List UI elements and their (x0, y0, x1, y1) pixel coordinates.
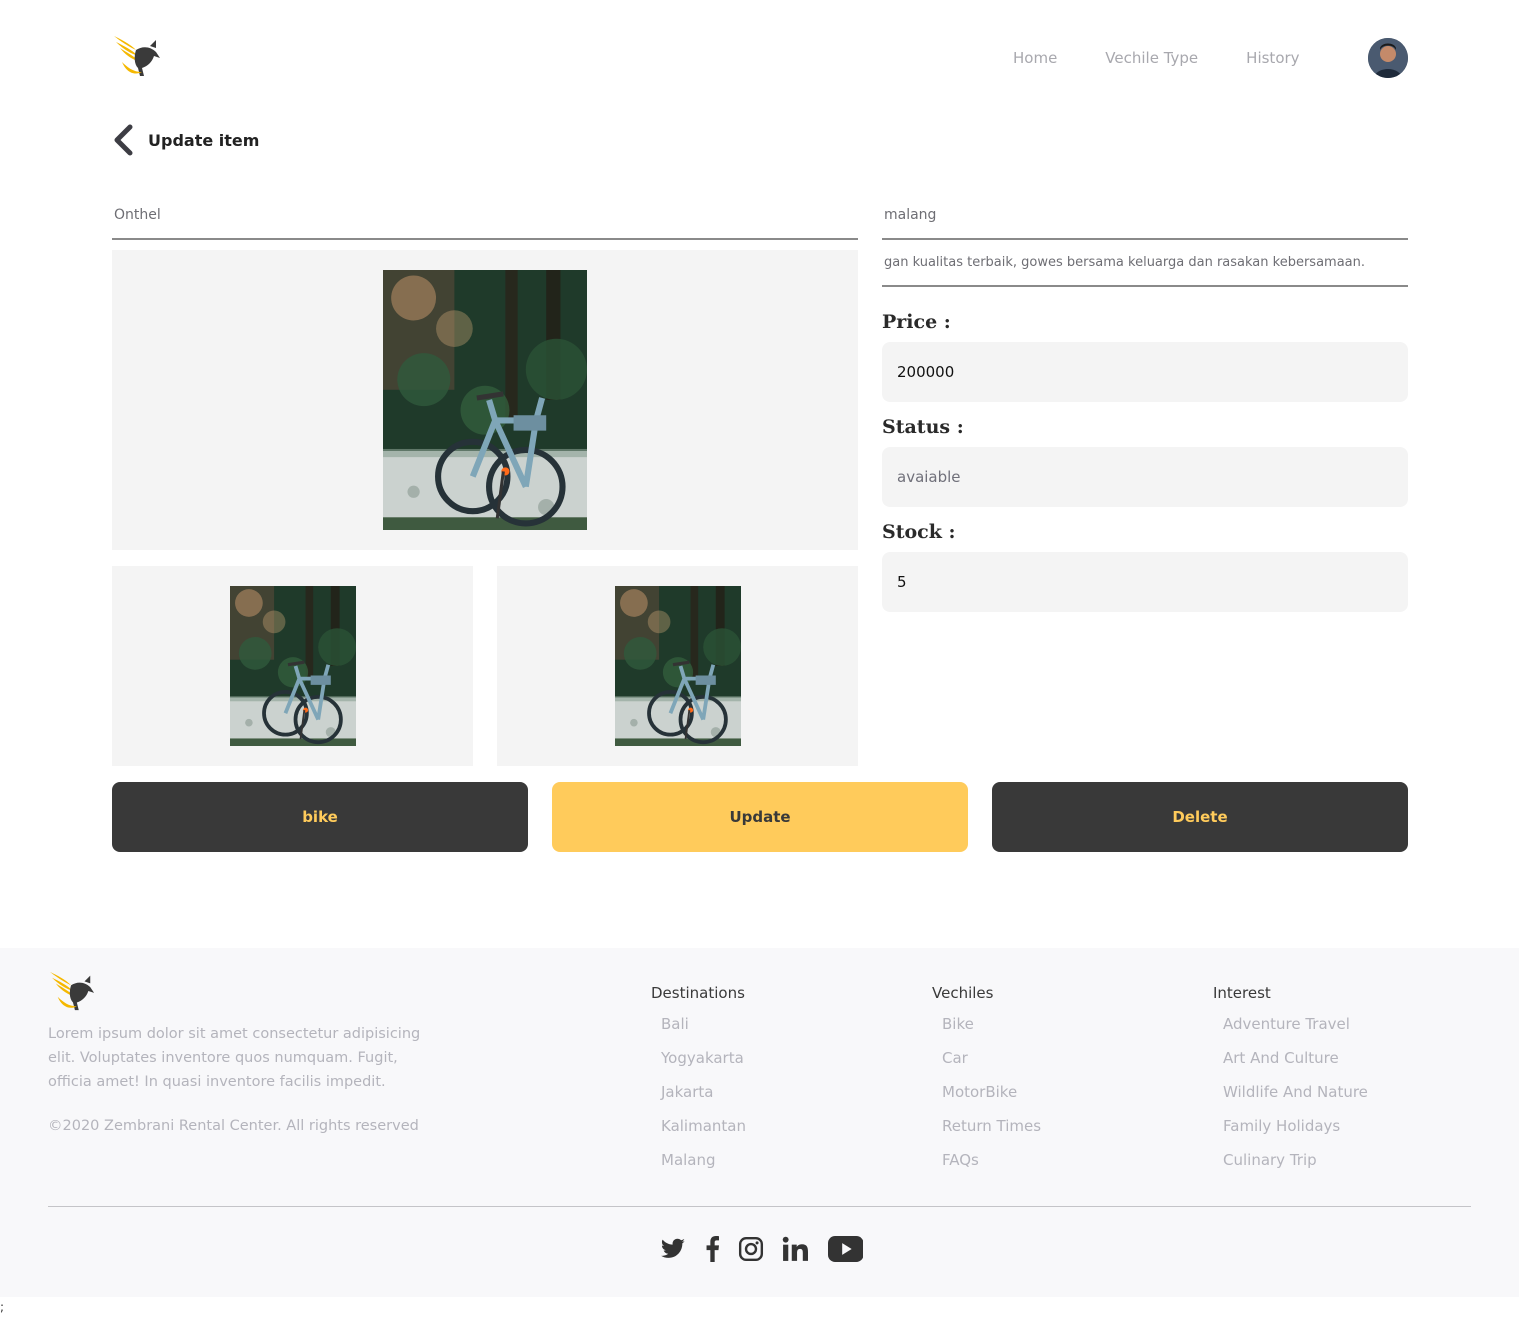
footer-link[interactable]: Culinary Trip (1223, 1150, 1368, 1184)
footer-link[interactable]: Art And Culture (1223, 1048, 1368, 1082)
footer-link[interactable]: Family Holidays (1223, 1116, 1368, 1150)
main-image-slot[interactable] (112, 250, 858, 550)
chevron-left-icon[interactable] (110, 124, 136, 156)
page-title: Update item (148, 131, 260, 150)
footer-link[interactable]: Jakarta (661, 1082, 746, 1116)
stock-field (882, 552, 1408, 612)
footer: Lorem ipsum dolor sit amet consectetur a… (0, 948, 1519, 1297)
bicycle-photo (383, 270, 587, 530)
footer-link[interactable]: Adventure Travel (1223, 1014, 1368, 1048)
price-input[interactable] (882, 342, 1408, 402)
vehicle-type-button[interactable]: bike (112, 782, 528, 852)
nav-history[interactable]: History (1246, 49, 1299, 67)
status-field (882, 447, 1408, 507)
winged-horse-logo[interactable] (112, 32, 164, 80)
footer-link[interactable]: Bali (661, 1014, 746, 1048)
status-input[interactable] (882, 447, 1408, 507)
social-links (660, 1236, 864, 1262)
footer-column-interest: Interest Adventure Travel Art And Cultur… (1213, 984, 1368, 1184)
footer-copyright: ©2020 Zembrani Rental Center. All rights… (48, 1118, 419, 1134)
status-label: Status : (882, 416, 964, 438)
update-button[interactable]: Update (552, 782, 968, 852)
location-field (882, 192, 1408, 240)
main-nav: Home Vechile Type History (1013, 49, 1300, 67)
footer-link[interactable]: Kalimantan (661, 1116, 746, 1150)
footer-divider (48, 1206, 1471, 1207)
nav-home[interactable]: Home (1013, 49, 1057, 67)
stock-label: Stock : (882, 521, 956, 543)
price-field (882, 342, 1408, 402)
bicycle-photo (615, 586, 741, 746)
description-input[interactable] (882, 240, 1408, 285)
item-name-input[interactable] (112, 192, 858, 238)
footer-column-vehicles: Vechiles Bike Car MotorBike Return Times… (932, 984, 1041, 1184)
footer-column-title: Vechiles (932, 984, 994, 1002)
description-field (882, 240, 1408, 287)
price-label: Price : (882, 311, 951, 333)
facebook-icon[interactable] (706, 1236, 720, 1262)
footer-column-destinations: Destinations Bali Yogyakarta Jakarta Kal… (651, 984, 746, 1184)
nav-vehicle-type[interactable]: Vechile Type (1105, 49, 1198, 67)
footer-link[interactable]: FAQs (942, 1150, 1041, 1184)
thumbnail-slot-2[interactable] (497, 566, 858, 766)
footer-link[interactable]: MotorBike (942, 1082, 1041, 1116)
bicycle-photo (230, 586, 356, 746)
footer-link[interactable]: Malang (661, 1150, 746, 1184)
instagram-icon[interactable] (738, 1236, 764, 1262)
footer-link[interactable]: Wildlife And Nature (1223, 1082, 1368, 1116)
thumbnail-slot-1[interactable] (112, 566, 473, 766)
footer-column-title: Destinations (651, 984, 745, 1002)
footer-column-title: Interest (1213, 984, 1271, 1002)
location-input[interactable] (882, 192, 1408, 238)
linkedin-icon[interactable] (782, 1236, 808, 1262)
footer-description: Lorem ipsum dolor sit amet consectetur a… (48, 1026, 421, 1090)
youtube-icon[interactable] (828, 1236, 864, 1262)
item-name-field (112, 192, 858, 240)
delete-button[interactable]: Delete (992, 782, 1408, 852)
footer-link[interactable]: Yogyakarta (661, 1048, 746, 1082)
winged-horse-logo[interactable] (48, 968, 98, 1014)
stock-input[interactable] (882, 552, 1408, 612)
footer-link[interactable]: Return Times (942, 1116, 1041, 1150)
footer-link[interactable]: Car (942, 1048, 1041, 1082)
footer-link[interactable]: Bike (942, 1014, 1041, 1048)
stray-text: ; (0, 1300, 5, 1314)
user-avatar[interactable] (1368, 38, 1408, 78)
twitter-icon[interactable] (660, 1236, 686, 1262)
